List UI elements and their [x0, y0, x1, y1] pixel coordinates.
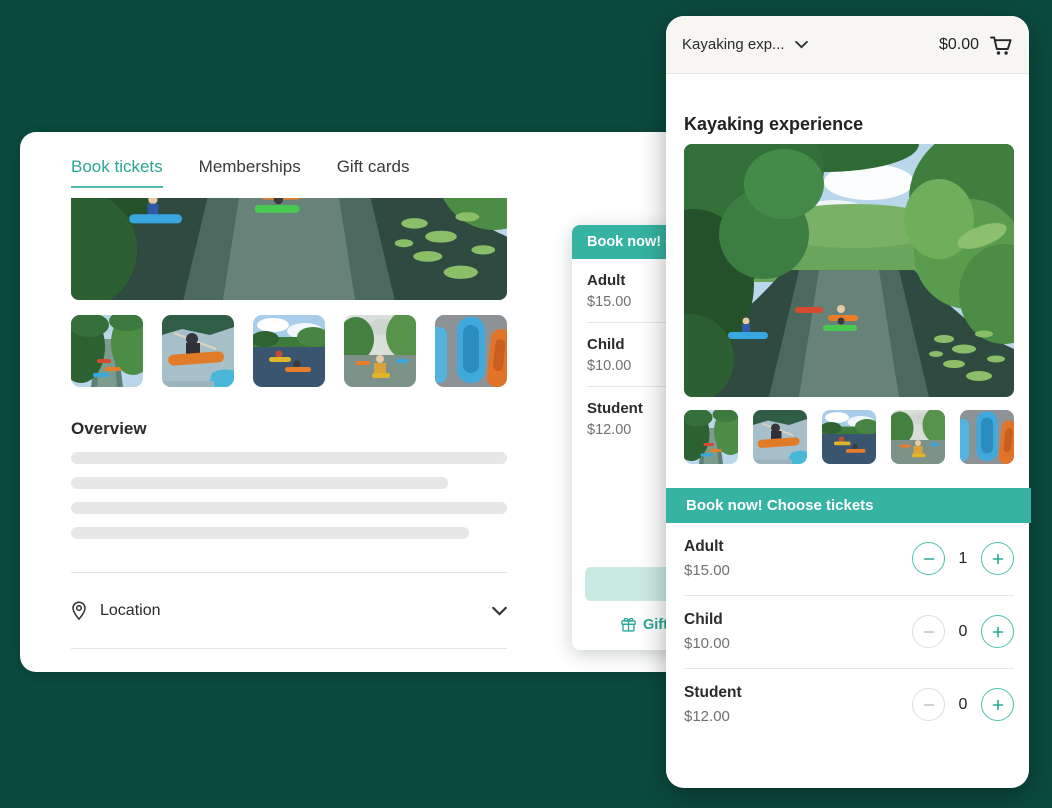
- chevron-down-icon: [795, 40, 808, 49]
- tab-book-tickets[interactable]: Book tickets: [71, 157, 163, 188]
- ticket-list: Adult $15.00 1 Child $10.00: [684, 523, 1014, 741]
- location-label: Location: [100, 602, 161, 620]
- student-decrease-button[interactable]: [912, 688, 945, 721]
- minus-icon: [922, 625, 936, 639]
- ticket-price: $12.00: [684, 708, 742, 725]
- overview-heading: Overview: [71, 419, 147, 439]
- adult-decrease-button[interactable]: [912, 542, 945, 575]
- cart-button[interactable]: [988, 33, 1013, 57]
- skeleton-line: [71, 452, 507, 464]
- plus-icon: [991, 625, 1005, 639]
- thumbnail-river[interactable]: [71, 315, 143, 387]
- ticket-name: Student: [684, 684, 742, 702]
- photo-thumbnails: [684, 410, 1014, 464]
- main-photo: [71, 198, 507, 300]
- divider: [71, 648, 507, 649]
- thumbnail-group[interactable]: [344, 315, 416, 387]
- plus-icon: [991, 698, 1005, 712]
- minus-icon: [922, 552, 936, 566]
- gift-link-label: Gift: [643, 617, 668, 633]
- student-increase-button[interactable]: [981, 688, 1014, 721]
- experience-photo: [684, 144, 1014, 397]
- ticket-row-child: Child $10.00 0: [684, 596, 1014, 669]
- thumbnail-lake[interactable]: [253, 315, 325, 387]
- tab-gift-cards[interactable]: Gift cards: [337, 157, 410, 188]
- tab-memberships[interactable]: Memberships: [199, 157, 301, 188]
- skeleton-line: [71, 502, 507, 514]
- photo-thumbnails: [71, 315, 507, 387]
- ticket-name: Child: [684, 611, 730, 629]
- thumbnail-lake[interactable]: [822, 410, 876, 464]
- skeleton-line: [71, 527, 469, 539]
- adult-increase-button[interactable]: [981, 542, 1014, 575]
- thumbnail-group[interactable]: [891, 410, 945, 464]
- student-quantity: 0: [945, 696, 981, 714]
- product-selector-dropdown[interactable]: Kayaking exp...: [682, 36, 808, 53]
- shopping-cart-icon: [988, 33, 1013, 57]
- child-quantity: 0: [945, 623, 981, 641]
- child-decrease-button[interactable]: [912, 615, 945, 648]
- ticket-name: Adult: [684, 538, 730, 556]
- choose-tickets-banner: Book now! Choose tickets: [666, 488, 1031, 523]
- location-pin-icon: [71, 601, 87, 621]
- thumbnail-kayaks[interactable]: [435, 315, 507, 387]
- widget-header: Kayaking exp... $0.00: [666, 16, 1029, 74]
- thumbnail-river[interactable]: [684, 410, 738, 464]
- child-increase-button[interactable]: [981, 615, 1014, 648]
- thumbnail-kayaker[interactable]: [753, 410, 807, 464]
- selected-product-label: Kayaking exp...: [682, 36, 785, 53]
- adult-quantity: 1: [945, 550, 981, 568]
- ticket-price: $15.00: [684, 562, 730, 579]
- chevron-down-icon: [492, 606, 507, 616]
- gift-icon: [620, 616, 637, 633]
- location-accordion[interactable]: Location: [71, 573, 507, 648]
- thumbnail-kayaks[interactable]: [960, 410, 1014, 464]
- ticket-row-adult: Adult $15.00 1: [684, 523, 1014, 596]
- booking-widget-overlay: Kayaking exp... $0.00 Kayaking experienc…: [666, 16, 1029, 788]
- ticket-price: $10.00: [684, 635, 730, 652]
- minus-icon: [922, 698, 936, 712]
- thumbnail-kayaker[interactable]: [162, 315, 234, 387]
- ticket-row-student: Student $12.00 0: [684, 669, 1014, 741]
- cart-total: $0.00: [939, 36, 979, 54]
- experience-title: Kayaking experience: [684, 114, 863, 135]
- plus-icon: [991, 552, 1005, 566]
- skeleton-line: [71, 477, 448, 489]
